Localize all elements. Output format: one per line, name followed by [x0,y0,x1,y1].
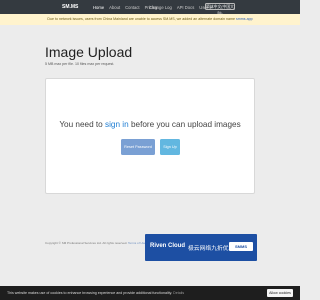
cookie-bar: This website makes use of cookies to enh… [0,286,300,300]
page-title: Image Upload [45,44,133,60]
upload-card: You need to sign in before you can uploa… [45,78,255,194]
nav-api-docs[interactable]: API Docs [177,5,194,10]
cookie-message: This website makes use of cookies to enh… [7,291,173,295]
signin-link[interactable]: sign in [105,120,129,129]
cookie-text: This website makes use of cookies to enh… [7,291,184,295]
domain-notice: Due to network issues, users from China … [0,14,300,25]
main-nav: Home About Contact Pricing [93,5,157,10]
right-nav: Change Log API Docs User ▼ [149,5,212,10]
brand-logo[interactable]: SM.MS [62,4,78,10]
language-button[interactable]: 简体中文(中国大陆) [205,3,235,16]
notice-link[interactable]: smms.app [236,17,253,21]
nav-home[interactable]: Home [93,5,104,10]
notice-text: Due to network issues, users from China … [47,17,235,21]
signin-message-after: before you can upload images [130,120,241,129]
upload-limits: 5 MB max per file. 10 files max per requ… [45,62,115,66]
signin-message: You need to sign in before you can uploa… [46,120,254,129]
terms-link[interactable]: Terms of Use [128,241,146,245]
nav-contact[interactable]: Contact [125,5,139,10]
signin-message-before: You need to [59,120,103,129]
sign-up-button[interactable]: Sign Up [160,139,180,155]
allow-cookies-button[interactable]: Allow cookies [267,289,293,297]
ad-banner[interactable]: Riven Cloud 极云网络九折优惠码 SMMS [145,234,257,261]
nav-about[interactable]: About [109,5,120,10]
ad-brand: Riven Cloud [150,243,186,249]
ad-badge: SMMS [229,242,253,251]
nav-change-log[interactable]: Change Log [149,5,172,10]
top-navbar: SM.MS Home About Contact Pricing Change … [0,0,300,16]
cookie-details-link[interactable]: Details [173,291,184,295]
footer-copyright: Copyright © SM Professional Services Ltd… [45,241,128,245]
reset-password-button[interactable]: Reset Password [121,139,155,155]
